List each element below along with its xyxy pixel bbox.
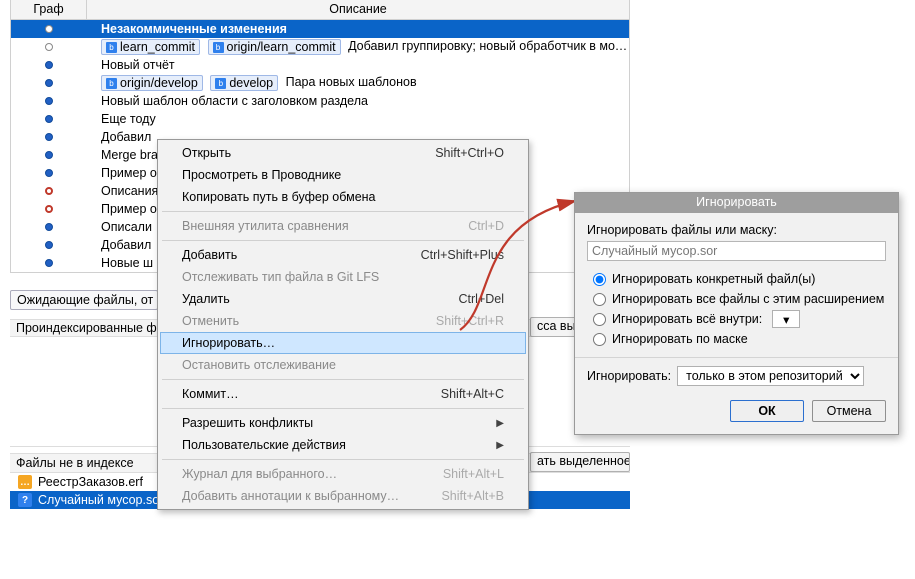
ignore-options: Игнорировать конкретный файл(ы) Игнориро…	[587, 269, 886, 349]
ok-button[interactable]: ОК	[730, 400, 804, 422]
chevron-right-icon: ▶	[496, 418, 504, 429]
radio-ignore-folder[interactable]: Игнорировать всё внутри:▾	[587, 309, 886, 329]
commit-row[interactable]: Новый шаблон области с заголовком раздел…	[11, 92, 629, 110]
col-desc[interactable]: Описание	[87, 0, 629, 19]
ignore-scope-label: Игнорировать:	[587, 369, 671, 383]
col-graph[interactable]: Граф	[11, 0, 87, 19]
menu-custom-actions[interactable]: Пользовательские действия▶	[160, 434, 526, 456]
file-name: РеестрЗаказов.erf	[38, 475, 143, 489]
ignore-dialog: Игнорировать Игнорировать файлы или маск…	[574, 192, 899, 435]
commit-row[interactable]: Новый отчёт	[11, 56, 629, 74]
menu-external-diff: Внешняя утилита сравненияCtrl+D	[160, 215, 526, 237]
commit-row[interactable]: blearn_commit borigin/learn_commit Добав…	[11, 38, 629, 56]
dialog-title: Игнорировать	[575, 193, 898, 213]
cancel-button[interactable]: Отмена	[812, 400, 886, 422]
menu-log: Журнал для выбранного…Shift+Alt+L	[160, 463, 526, 485]
menu-track-lfs: Отслеживать тип файла в Git LFS	[160, 266, 526, 288]
menu-copy-path[interactable]: Копировать путь в буфер обмена	[160, 186, 526, 208]
radio-ignore-file[interactable]: Игнорировать конкретный файл(ы)	[587, 269, 886, 289]
stage-selected-button[interactable]: ать выделенное	[530, 452, 630, 472]
commit-node-icon	[45, 25, 53, 33]
menu-add[interactable]: ДобавитьCtrl+Shift+Plus	[160, 244, 526, 266]
menu-blame: Добавить аннотации к выбранному…Shift+Al…	[160, 485, 526, 507]
branch-tag[interactable]: borigin/learn_commit	[208, 39, 341, 55]
table-header: Граф Описание	[11, 0, 629, 20]
commit-row[interactable]: Еще тоду	[11, 110, 629, 128]
ignore-scope-select[interactable]: только в этом репозиторий	[677, 366, 864, 386]
folder-dropdown[interactable]: ▾	[772, 310, 800, 328]
menu-open[interactable]: ОткрытьShift+Ctrl+O	[160, 142, 526, 164]
branch-tag[interactable]: blearn_commit	[101, 39, 200, 55]
pending-files-button[interactable]: Ожидающие файлы, от	[10, 290, 158, 310]
file-status-icon: …	[18, 475, 32, 489]
branch-tag[interactable]: borigin/develop	[101, 75, 203, 91]
branch-tag[interactable]: bdevelop	[210, 75, 278, 91]
context-menu: ОткрытьShift+Ctrl+O Просмотреть в Провод…	[157, 139, 529, 510]
menu-delete[interactable]: УдалитьCtrl+Del	[160, 288, 526, 310]
radio-ignore-extension[interactable]: Игнорировать все файлы с этим расширение…	[587, 289, 886, 309]
file-name: Случайный мусор.sor	[38, 493, 163, 507]
radio-ignore-mask[interactable]: Игнорировать по маске	[587, 329, 886, 349]
mask-label: Игнорировать файлы или маску:	[587, 223, 886, 237]
menu-revert: ОтменитьShift+Ctrl+R	[160, 310, 526, 332]
menu-resolve-conflicts[interactable]: Разрешить конфликты▶	[160, 412, 526, 434]
commit-row[interactable]: borigin/develop bdevelop Пара новых шабл…	[11, 74, 629, 92]
file-status-icon: ?	[18, 493, 32, 507]
menu-explorer[interactable]: Просмотреть в Проводнике	[160, 164, 526, 186]
menu-ignore[interactable]: Игнорировать…	[160, 332, 526, 354]
menu-stop-tracking: Остановить отслеживание	[160, 354, 526, 376]
mask-input[interactable]	[587, 241, 886, 261]
commit-row-uncommitted[interactable]: Незакоммиченные изменения	[11, 20, 629, 38]
menu-commit[interactable]: Коммит…Shift+Alt+C	[160, 383, 526, 405]
chevron-right-icon: ▶	[496, 440, 504, 451]
